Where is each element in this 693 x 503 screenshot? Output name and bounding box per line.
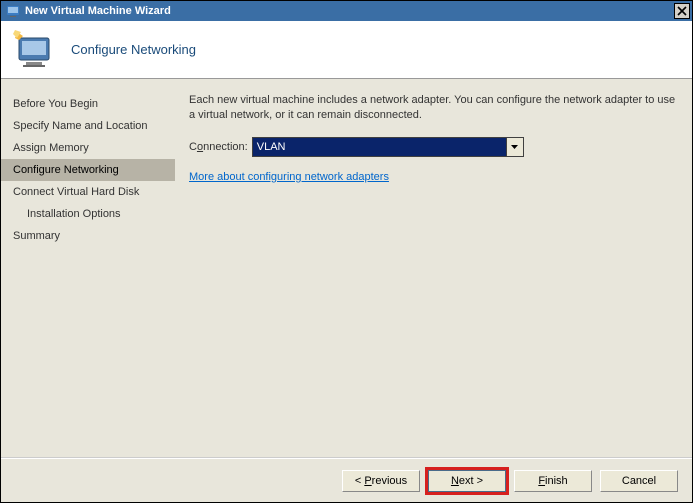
finish-button[interactable]: Finish [514,470,592,492]
wizard-body: Before You Begin Specify Name and Locati… [1,79,692,458]
wizard-header: Configure Networking [1,21,692,79]
sidebar-item-connect-vhd[interactable]: Connect Virtual Hard Disk [1,181,175,203]
sidebar-item-configure-networking[interactable]: Configure Networking [1,159,175,181]
sidebar-item-before-you-begin[interactable]: Before You Begin [1,93,175,115]
page-title: Configure Networking [71,42,196,57]
window-title: New Virtual Machine Wizard [25,5,171,17]
connection-dropdown[interactable]: VLAN [252,137,524,157]
content-pane: Each new virtual machine includes a netw… [175,79,692,457]
description-text: Each new virtual machine includes a netw… [189,93,678,123]
dropdown-button[interactable] [506,138,523,156]
connection-row: Connection: VLAN [189,137,678,157]
app-icon [5,3,21,19]
sidebar: Before You Begin Specify Name and Locati… [1,79,175,457]
wizard-window: New Virtual Machine Wizard Configure Net… [0,0,693,503]
next-button[interactable]: Next > [428,470,506,492]
sidebar-item-assign-memory[interactable]: Assign Memory [1,137,175,159]
connection-value: VLAN [253,138,506,156]
close-button[interactable] [674,3,690,19]
titlebar: New Virtual Machine Wizard [1,1,692,21]
sidebar-item-summary[interactable]: Summary [1,225,175,247]
more-info-link[interactable]: More about configuring network adapters [189,171,389,183]
cancel-button[interactable]: Cancel [600,470,678,492]
connection-label: Connection: [189,141,248,153]
sidebar-item-installation-options[interactable]: Installation Options [1,203,175,225]
footer: < Previous Next > Finish Cancel [1,458,692,502]
sidebar-item-name-location[interactable]: Specify Name and Location [1,115,175,137]
previous-button[interactable]: < Previous [342,470,420,492]
wizard-icon [13,28,57,72]
